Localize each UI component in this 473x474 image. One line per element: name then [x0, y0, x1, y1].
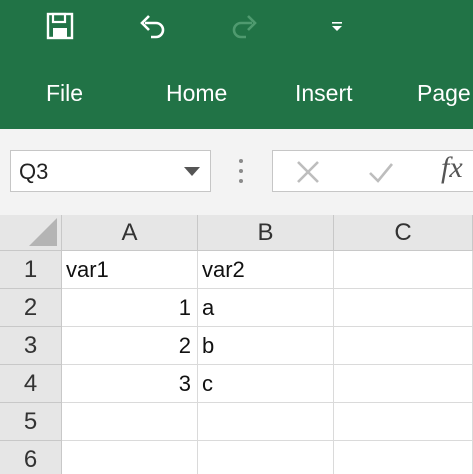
- insert-function-button[interactable]: fx: [441, 148, 463, 188]
- row-header-5[interactable]: 5: [0, 403, 62, 441]
- tab-page-layout[interactable]: Page: [417, 78, 471, 108]
- cell-c6[interactable]: [334, 441, 473, 474]
- column-header-a[interactable]: A: [62, 215, 198, 251]
- cell-a2[interactable]: 1: [62, 289, 198, 327]
- cell-a6[interactable]: [62, 441, 198, 474]
- chevron-down-icon[interactable]: [184, 167, 200, 176]
- cell-b3[interactable]: b: [198, 327, 334, 365]
- customize-qat-button[interactable]: [317, 6, 357, 46]
- cell-b4[interactable]: c: [198, 365, 334, 403]
- cell-c5[interactable]: [334, 403, 473, 441]
- worksheet-grid: A B C 1 var1 var2 2 1 a 3 2 b 4 3 c 5 6: [0, 215, 473, 474]
- resize-handle[interactable]: [238, 159, 244, 183]
- cell-c1[interactable]: [334, 251, 473, 289]
- row-header-1[interactable]: 1: [0, 251, 62, 289]
- cell-a3[interactable]: 2: [62, 327, 198, 365]
- cell-c2[interactable]: [334, 289, 473, 327]
- formula-bar-row: Q3: [0, 129, 473, 215]
- save-button[interactable]: [40, 6, 80, 46]
- save-icon: [46, 12, 74, 40]
- ribbon: File Home Insert Page: [0, 0, 473, 129]
- name-box[interactable]: Q3: [10, 150, 211, 192]
- check-icon[interactable]: [367, 159, 395, 190]
- row-header-6[interactable]: 6: [0, 441, 62, 474]
- cell-c4[interactable]: [334, 365, 473, 403]
- column-header-b[interactable]: B: [198, 215, 334, 251]
- name-box-value: Q3: [19, 159, 49, 184]
- cell-b6[interactable]: [198, 441, 334, 474]
- redo-icon: [230, 11, 260, 41]
- redo-button[interactable]: [225, 6, 265, 46]
- row-header-3[interactable]: 3: [0, 327, 62, 365]
- cell-c3[interactable]: [334, 327, 473, 365]
- row-header-4[interactable]: 4: [0, 365, 62, 403]
- cell-b1[interactable]: var2: [198, 251, 334, 289]
- cell-a5[interactable]: [62, 403, 198, 441]
- undo-button[interactable]: [132, 6, 172, 46]
- cell-b5[interactable]: [198, 403, 334, 441]
- cell-b2[interactable]: a: [198, 289, 334, 327]
- cancel-icon[interactable]: [295, 159, 321, 190]
- cell-a4[interactable]: 3: [62, 365, 198, 403]
- customize-qat-icon: [330, 19, 344, 33]
- tab-insert[interactable]: Insert: [295, 78, 353, 108]
- cell-a1[interactable]: var1: [62, 251, 198, 289]
- undo-icon: [137, 11, 167, 41]
- column-header-c[interactable]: C: [334, 215, 473, 251]
- tab-home[interactable]: Home: [166, 78, 227, 108]
- tab-file[interactable]: File: [46, 78, 83, 108]
- select-all-button[interactable]: [0, 215, 62, 251]
- row-header-2[interactable]: 2: [0, 289, 62, 327]
